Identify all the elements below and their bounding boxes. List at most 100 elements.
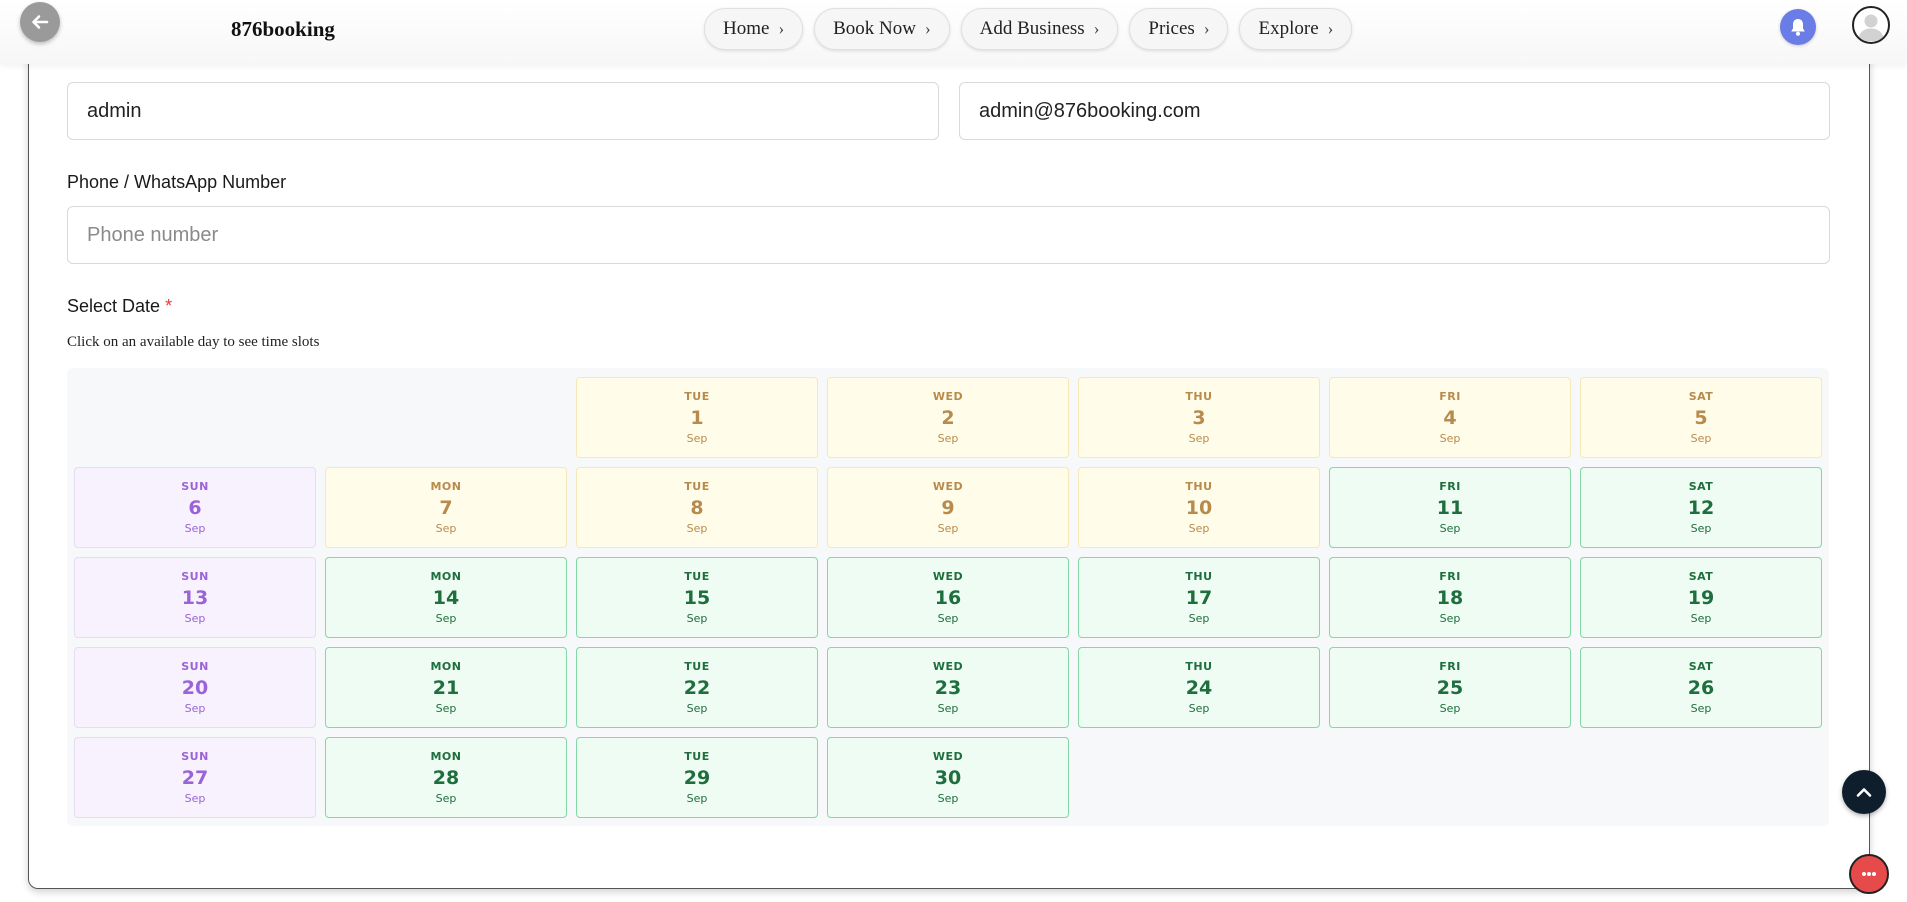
calendar-day[interactable]: WED 30 Sep [827, 737, 1069, 818]
calendar-day[interactable]: WED 9 Sep [827, 467, 1069, 548]
top-navbar: 876booking Home › Book Now › Add Busines… [0, 0, 1907, 64]
brand-logo[interactable]: 876booking [231, 17, 335, 42]
calendar-day[interactable]: SAT 26 Sep [1580, 647, 1822, 728]
phone-input[interactable] [87, 223, 1810, 247]
calendar-day[interactable]: THU 3 Sep [1078, 377, 1320, 458]
day-of-week: SUN [181, 480, 209, 493]
day-month: Sep [1188, 612, 1210, 625]
select-date-text: Select Date [67, 296, 161, 316]
calendar-day[interactable]: SAT 5 Sep [1580, 377, 1822, 458]
day-number: 9 [941, 497, 955, 519]
day-of-week: TUE [684, 750, 710, 763]
user-avatar-icon [1858, 14, 1884, 41]
day-month: Sep [686, 792, 708, 805]
nav-prices[interactable]: Prices › [1129, 8, 1229, 50]
scroll-to-top-button[interactable] [1842, 770, 1886, 814]
chat-support-icon [1862, 872, 1876, 876]
calendar-day[interactable]: THU 10 Sep [1078, 467, 1320, 548]
day-month: Sep [435, 612, 457, 625]
calendar-day[interactable]: SUN 13 Sep [74, 557, 316, 638]
day-of-week: TUE [684, 390, 710, 403]
day-month: Sep [686, 432, 708, 445]
calendar-day[interactable]: MON 7 Sep [325, 467, 567, 548]
nav-add-business[interactable]: Add Business › [960, 8, 1119, 50]
day-month: Sep [1439, 522, 1461, 535]
calendar-day[interactable]: TUE 29 Sep [576, 737, 818, 818]
day-month: Sep [184, 612, 206, 625]
day-number: 18 [1436, 587, 1464, 609]
day-of-week: SUN [181, 660, 209, 673]
calendar-day[interactable]: TUE 8 Sep [576, 467, 818, 548]
day-number: 7 [439, 497, 453, 519]
calendar-day[interactable]: FRI 4 Sep [1329, 377, 1571, 458]
calendar-day[interactable]: SUN 6 Sep [74, 467, 316, 548]
calendar-day[interactable]: FRI 11 Sep [1329, 467, 1571, 548]
calendar-day[interactable]: FRI 25 Sep [1329, 647, 1571, 728]
day-of-week: FRI [1439, 570, 1461, 583]
calendar-day[interactable]: MON 14 Sep [325, 557, 567, 638]
email-input[interactable] [979, 99, 1810, 123]
phone-field[interactable] [67, 206, 1830, 264]
day-month: Sep [435, 702, 457, 715]
day-of-week: WED [932, 390, 964, 403]
calendar-day[interactable]: SUN 27 Sep [74, 737, 316, 818]
day-month: Sep [1690, 702, 1712, 715]
notifications-button[interactable] [1780, 9, 1816, 45]
name-field[interactable] [67, 82, 939, 140]
day-of-week: THU [1185, 660, 1213, 673]
day-month: Sep [435, 792, 457, 805]
day-of-week: FRI [1439, 660, 1461, 673]
calendar-day[interactable]: SAT 12 Sep [1580, 467, 1822, 548]
calendar-day[interactable]: THU 17 Sep [1078, 557, 1320, 638]
day-number: 28 [432, 767, 460, 789]
back-button[interactable] [20, 2, 60, 42]
calendar-day[interactable]: WED 23 Sep [827, 647, 1069, 728]
day-month: Sep [435, 522, 457, 535]
day-month: Sep [184, 702, 206, 715]
profile-avatar-button[interactable] [1852, 6, 1890, 44]
calendar-day[interactable]: SUN 20 Sep [74, 647, 316, 728]
day-number: 24 [1185, 677, 1213, 699]
calendar-day[interactable]: TUE 1 Sep [576, 377, 818, 458]
calendar-day[interactable]: FRI 18 Sep [1329, 557, 1571, 638]
day-of-week: FRI [1439, 480, 1461, 493]
day-number: 13 [181, 587, 209, 609]
main-nav: Home › Book Now › Add Business › Prices … [704, 8, 1353, 52]
day-month: Sep [937, 432, 959, 445]
calendar-day[interactable]: WED 16 Sep [827, 557, 1069, 638]
day-of-week: SAT [1688, 570, 1714, 583]
bell-icon [1791, 19, 1805, 36]
calendar-day[interactable]: MON 28 Sep [325, 737, 567, 818]
chat-support-button[interactable] [1849, 854, 1889, 894]
day-number: 4 [1443, 407, 1457, 429]
calendar-day[interactable]: MON 21 Sep [325, 647, 567, 728]
nav-label: Home [723, 18, 770, 39]
day-of-week: WED [932, 660, 964, 673]
day-month: Sep [1690, 522, 1712, 535]
day-of-week: WED [932, 750, 964, 763]
day-month: Sep [1690, 612, 1712, 625]
calendar-day[interactable]: TUE 22 Sep [576, 647, 818, 728]
nav-book-now[interactable]: Book Now › [814, 8, 950, 50]
calendar-day[interactable]: WED 2 Sep [827, 377, 1069, 458]
day-of-week: MON [430, 750, 462, 763]
day-of-week: TUE [684, 570, 710, 583]
day-month: Sep [1439, 612, 1461, 625]
nav-home[interactable]: Home › [704, 8, 804, 50]
calendar-day[interactable]: THU 24 Sep [1078, 647, 1320, 728]
day-month: Sep [686, 522, 708, 535]
day-month: Sep [1188, 522, 1210, 535]
name-input[interactable] [87, 99, 919, 123]
calendar-day[interactable]: SAT 19 Sep [1580, 557, 1822, 638]
day-number: 22 [683, 677, 711, 699]
nav-label: Add Business [979, 18, 1085, 39]
nav-explore[interactable]: Explore › [1239, 8, 1353, 50]
day-number: 25 [1436, 677, 1464, 699]
day-number: 10 [1185, 497, 1213, 519]
calendar-day[interactable]: TUE 15 Sep [576, 557, 818, 638]
email-field[interactable] [959, 82, 1830, 140]
day-month: Sep [686, 612, 708, 625]
day-number: 5 [1694, 407, 1708, 429]
day-number: 17 [1185, 587, 1213, 609]
chevron-up-icon [1856, 788, 1872, 797]
